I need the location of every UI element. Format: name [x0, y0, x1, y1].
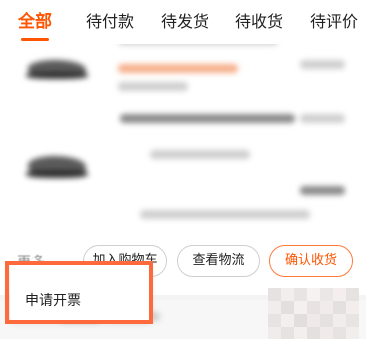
tab-pending-payment[interactable]: 待付款	[86, 11, 134, 33]
tab-pending-review[interactable]: 待评价	[310, 11, 358, 33]
active-tab-indicator	[21, 38, 49, 41]
order-list-page: 全部 待付款 待发货 待收货 待评价 加入购物车 查看物流 确认收货 申请开票	[0, 0, 366, 339]
order-status-tabs: 全部 待付款 待发货 待收货 待评价	[0, 0, 366, 44]
product-info-blurred	[0, 100, 366, 230]
tab-pending-shipment[interactable]: 待发货	[161, 11, 209, 33]
popup-caret	[28, 257, 40, 263]
confirm-receipt-button[interactable]: 确认收货	[269, 245, 353, 277]
tab-all[interactable]: 全部	[18, 11, 52, 33]
view-logistics-button[interactable]: 查看物流	[177, 245, 260, 277]
tab-pending-receipt[interactable]: 待收货	[235, 11, 283, 33]
mosaic-overlay	[268, 288, 366, 339]
more-actions-popup: 申请开票	[10, 257, 150, 321]
request-invoice-menu-item[interactable]: 申请开票	[25, 290, 81, 310]
